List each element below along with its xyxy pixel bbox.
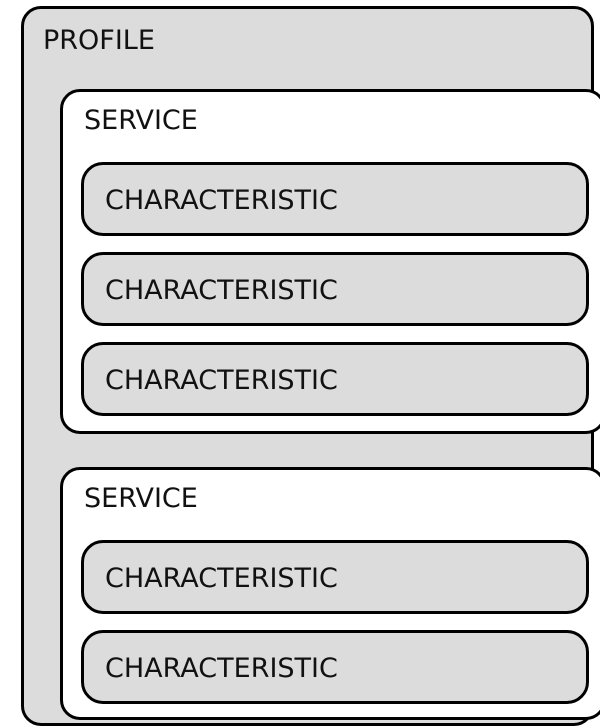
characteristic-box: CHARACTERISTIC bbox=[81, 252, 589, 326]
characteristic-box: CHARACTERISTIC bbox=[81, 630, 589, 704]
characteristic-label: CHARACTERISTIC bbox=[105, 365, 338, 396]
characteristic-label: CHARACTERISTIC bbox=[105, 275, 338, 306]
service-label: SERVICE bbox=[84, 105, 198, 136]
characteristic-box: CHARACTERISTIC bbox=[81, 162, 589, 236]
service-label: SERVICE bbox=[84, 483, 198, 514]
service-box: SERVICE CHARACTERISTIC CHARACTERISTIC CH… bbox=[60, 89, 600, 434]
profile-diagram: PROFILE SERVICE CHARACTERISTIC CHARACTER… bbox=[0, 0, 600, 728]
characteristic-box: CHARACTERISTIC bbox=[81, 342, 589, 416]
characteristic-label: CHARACTERISTIC bbox=[105, 563, 338, 594]
profile-box: PROFILE SERVICE CHARACTERISTIC CHARACTER… bbox=[21, 6, 600, 726]
characteristic-label: CHARACTERISTIC bbox=[105, 185, 338, 216]
service-box: SERVICE CHARACTERISTIC CHARACTERISTIC bbox=[60, 467, 600, 720]
characteristic-label: CHARACTERISTIC bbox=[105, 653, 338, 684]
characteristic-box: CHARACTERISTIC bbox=[81, 540, 589, 614]
profile-label: PROFILE bbox=[43, 25, 155, 56]
